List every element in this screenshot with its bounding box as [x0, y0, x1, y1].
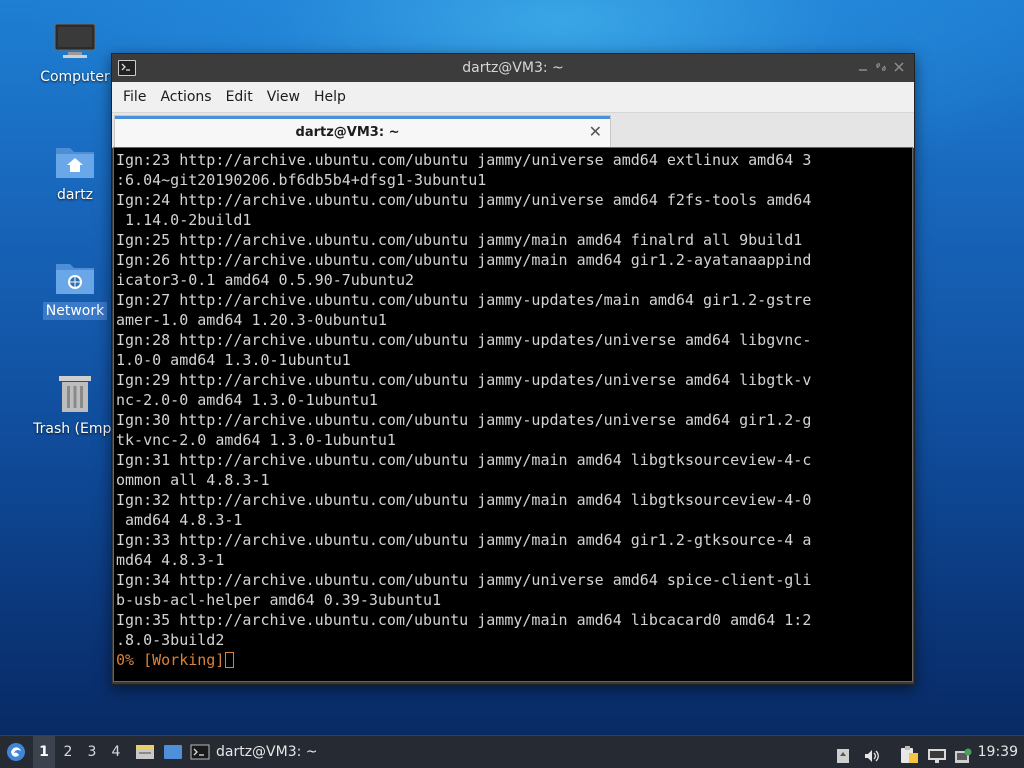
desktop-icon-network[interactable]: Network — [30, 258, 120, 320]
desktop-icon-label: Computer — [40, 69, 110, 85]
taskbar-task-terminal[interactable]: dartz@VM3: ~ — [190, 736, 320, 768]
desktop-icon-home[interactable]: dartz — [30, 142, 120, 204]
workspace-4[interactable]: 4 — [105, 736, 127, 768]
desktop-icon-label: dartz — [56, 187, 94, 203]
desktop-icon-computer[interactable]: Computer — [30, 22, 120, 86]
show-desktop-button[interactable] — [162, 736, 184, 768]
terminal-line: Ign:30 http://archive.ubuntu.com/ubuntu … — [116, 411, 812, 429]
terminal-line: Ign:27 http://archive.ubuntu.com/ubuntu … — [116, 291, 812, 309]
terminal-line: Ign:31 http://archive.ubuntu.com/ubuntu … — [116, 451, 812, 469]
clipboard-icon — [837, 749, 849, 763]
home-folder-icon — [54, 142, 96, 180]
terminal-line: Ign:23 http://archive.ubuntu.com/ubuntu … — [116, 151, 812, 169]
notification-button[interactable] — [954, 744, 972, 763]
desktop-icon-trash[interactable]: Trash (Empt — [30, 372, 120, 438]
tray-item-updates[interactable] — [836, 744, 850, 763]
terminal-output[interactable]: Ign:23 http://archive.ubuntu.com/ubuntu … — [113, 147, 913, 682]
terminal-line: amd64 4.8.3-1 — [116, 511, 243, 529]
tray-item-clipboard[interactable] — [899, 744, 919, 763]
window-titlebar[interactable]: dartz@VM3: ~ — [112, 54, 914, 82]
close-icon[interactable] — [894, 62, 904, 72]
terminal-window: dartz@VM3: ~ File Actions Edit View Help… — [111, 53, 915, 685]
terminal-line: ommon all 4.8.3-1 — [116, 471, 270, 489]
volume-icon — [865, 750, 879, 762]
network-button[interactable] — [927, 744, 947, 763]
workspace-1[interactable]: 1 — [33, 736, 55, 768]
terminal-line: tk-vnc-2.0 amd64 1.3.0-1ubuntu1 — [116, 431, 396, 449]
window-title: dartz@VM3: ~ — [462, 60, 564, 76]
start-menu-button[interactable] — [4, 736, 28, 768]
terminal-line: :6.04~git20190206.bf6db5b4+dfsg1-3ubuntu… — [116, 171, 487, 189]
menu-edit[interactable]: Edit — [219, 89, 260, 105]
terminal-line: b-usb-acl-helper amd64 0.39-3ubuntu1 — [116, 591, 442, 609]
terminal-line: Ign:34 http://archive.ubuntu.com/ubuntu … — [116, 571, 812, 589]
tab-active-indicator — [115, 116, 610, 119]
menu-help[interactable]: Help — [307, 89, 353, 105]
tab-bar: dartz@VM3: ~ ✕ — [112, 113, 914, 148]
terminal-line: nc-2.0-0 amd64 1.3.0-1ubuntu1 — [116, 391, 378, 409]
menu-file[interactable]: File — [116, 89, 153, 105]
tab-close-icon[interactable]: ✕ — [589, 122, 602, 141]
terminal-line: Ign:29 http://archive.ubuntu.com/ubuntu … — [116, 371, 812, 389]
terminal-line: amer-1.0 amd64 1.20.3-0ubuntu1 — [116, 311, 387, 329]
terminal-icon — [190, 744, 210, 760]
terminal-line: .8.0-3build2 — [116, 631, 225, 649]
minimize-icon[interactable] — [858, 62, 868, 72]
clipboard-icon — [901, 746, 918, 763]
notification-icon — [955, 748, 972, 763]
terminal-status-line: 0% [Working] — [116, 650, 912, 670]
terminal-line: md64 4.8.3-1 — [116, 551, 225, 569]
terminal-line: icator3-0.1 amd64 0.5.90-7ubuntu2 — [116, 271, 415, 289]
volume-button[interactable] — [863, 744, 881, 762]
file-manager-icon — [136, 745, 154, 759]
desktop-icon-label: Network — [42, 302, 108, 320]
clock[interactable]: 19:39 — [978, 736, 1018, 768]
workspace-2[interactable]: 2 — [57, 736, 79, 768]
trash-icon — [55, 372, 95, 414]
terminal-line: Ign:25 http://archive.ubuntu.com/ubuntu … — [116, 231, 803, 249]
terminal-line: Ign:35 http://archive.ubuntu.com/ubuntu … — [116, 611, 812, 629]
network-icon — [928, 749, 946, 763]
terminal-line: Ign:24 http://archive.ubuntu.com/ubuntu … — [116, 191, 812, 209]
tab-terminal[interactable]: dartz@VM3: ~ ✕ — [114, 115, 611, 147]
terminal-line: Ign:33 http://archive.ubuntu.com/ubuntu … — [116, 531, 812, 549]
terminal-line: Ign:26 http://archive.ubuntu.com/ubuntu … — [116, 251, 812, 269]
desktop-icon-label: Trash (Empt — [33, 421, 117, 437]
computer-icon — [54, 22, 96, 62]
menu-view[interactable]: View — [260, 89, 307, 105]
maximize-icon[interactable] — [876, 62, 886, 72]
start-menu-icon — [7, 743, 25, 761]
menubar: File Actions Edit View Help — [112, 82, 914, 113]
workspace-3[interactable]: 3 — [81, 736, 103, 768]
terminal-status-text: 0% [Working] — [116, 651, 225, 669]
network-folder-icon — [54, 258, 96, 296]
terminal-cursor — [225, 652, 235, 668]
tab-label: dartz@VM3: ~ — [295, 125, 400, 140]
terminal-line: 1.14.0-2build1 — [116, 211, 252, 229]
taskbar: 1 2 3 4 dartz@VM3: ~ 19:39 — [0, 735, 1024, 768]
taskbar-task-label: dartz@VM3: ~ — [216, 744, 318, 760]
file-manager-launcher[interactable] — [134, 736, 156, 768]
desktop-icon — [164, 745, 182, 759]
terminal-line: 1.0-0 amd64 1.3.0-1ubuntu1 — [116, 351, 351, 369]
terminal-line: Ign:32 http://archive.ubuntu.com/ubuntu … — [116, 491, 812, 509]
menu-actions[interactable]: Actions — [153, 89, 218, 105]
terminal-line: Ign:28 http://archive.ubuntu.com/ubuntu … — [116, 331, 812, 349]
